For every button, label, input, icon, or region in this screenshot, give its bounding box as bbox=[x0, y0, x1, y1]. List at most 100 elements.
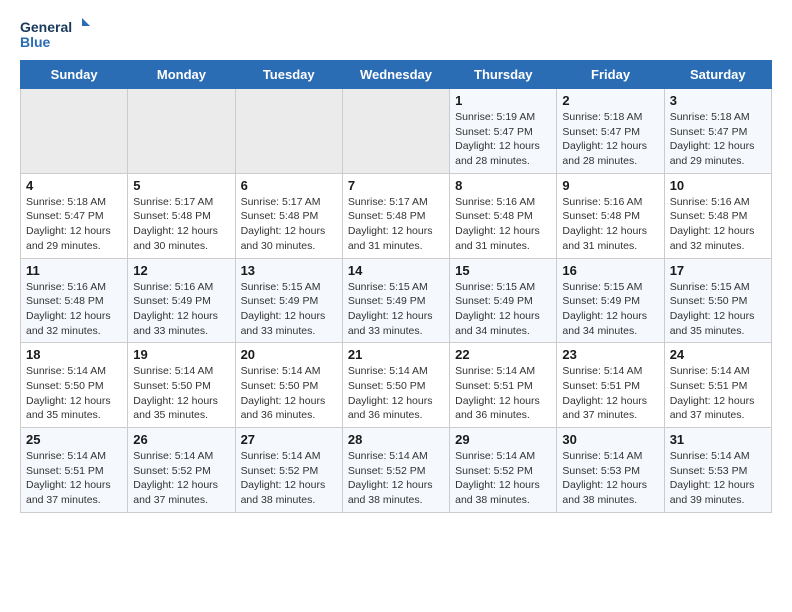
weekday-header: Monday bbox=[128, 61, 235, 89]
calendar-cell bbox=[235, 89, 342, 174]
weekday-header: Wednesday bbox=[342, 61, 449, 89]
calendar-cell: 7 Sunrise: 5:17 AM Sunset: 5:48 PM Daylig… bbox=[342, 173, 449, 258]
day-info: Sunrise: 5:15 AM Sunset: 5:49 PM Dayligh… bbox=[562, 280, 658, 339]
page-header: GeneralBlue bbox=[20, 16, 772, 52]
day-number: 8 bbox=[455, 178, 551, 193]
calendar-cell: 17 Sunrise: 5:15 AM Sunset: 5:50 PM Dayli… bbox=[664, 258, 771, 343]
day-number: 12 bbox=[133, 263, 229, 278]
day-number: 7 bbox=[348, 178, 444, 193]
day-info: Sunrise: 5:14 AM Sunset: 5:50 PM Dayligh… bbox=[241, 364, 337, 423]
logo: GeneralBlue bbox=[20, 16, 100, 52]
day-info: Sunrise: 5:18 AM Sunset: 5:47 PM Dayligh… bbox=[26, 195, 122, 254]
weekday-header: Friday bbox=[557, 61, 664, 89]
day-info: Sunrise: 5:16 AM Sunset: 5:48 PM Dayligh… bbox=[670, 195, 766, 254]
day-info: Sunrise: 5:14 AM Sunset: 5:51 PM Dayligh… bbox=[26, 449, 122, 508]
day-number: 11 bbox=[26, 263, 122, 278]
day-info: Sunrise: 5:14 AM Sunset: 5:50 PM Dayligh… bbox=[133, 364, 229, 423]
logo-svg: GeneralBlue bbox=[20, 16, 100, 52]
calendar-cell: 8 Sunrise: 5:16 AM Sunset: 5:48 PM Daylig… bbox=[450, 173, 557, 258]
calendar-cell: 11 Sunrise: 5:16 AM Sunset: 5:48 PM Dayli… bbox=[21, 258, 128, 343]
day-number: 27 bbox=[241, 432, 337, 447]
day-info: Sunrise: 5:16 AM Sunset: 5:49 PM Dayligh… bbox=[133, 280, 229, 339]
calendar-cell: 1 Sunrise: 5:19 AM Sunset: 5:47 PM Daylig… bbox=[450, 89, 557, 174]
day-number: 17 bbox=[670, 263, 766, 278]
calendar-cell: 16 Sunrise: 5:15 AM Sunset: 5:49 PM Dayli… bbox=[557, 258, 664, 343]
day-number: 22 bbox=[455, 347, 551, 362]
day-info: Sunrise: 5:14 AM Sunset: 5:52 PM Dayligh… bbox=[348, 449, 444, 508]
day-number: 24 bbox=[670, 347, 766, 362]
day-info: Sunrise: 5:14 AM Sunset: 5:52 PM Dayligh… bbox=[455, 449, 551, 508]
calendar-cell: 22Sunrise: 5:14 AM Sunset: 5:51 PM Dayli… bbox=[450, 343, 557, 428]
calendar-cell bbox=[342, 89, 449, 174]
day-number: 31 bbox=[670, 432, 766, 447]
calendar-cell bbox=[21, 89, 128, 174]
day-info: Sunrise: 5:16 AM Sunset: 5:48 PM Dayligh… bbox=[455, 195, 551, 254]
day-number: 16 bbox=[562, 263, 658, 278]
calendar-cell: 25 Sunrise: 5:14 AM Sunset: 5:51 PM Dayli… bbox=[21, 428, 128, 513]
calendar-week-row: 18 Sunrise: 5:14 AM Sunset: 5:50 PM Dayli… bbox=[21, 343, 772, 428]
day-info: Sunrise: 5:14 AM Sunset: 5:53 PM Dayligh… bbox=[562, 449, 658, 508]
day-info: Sunrise: 5:17 AM Sunset: 5:48 PM Dayligh… bbox=[348, 195, 444, 254]
calendar-week-row: 1 Sunrise: 5:19 AM Sunset: 5:47 PM Daylig… bbox=[21, 89, 772, 174]
calendar-cell: 15 Sunrise: 5:15 AM Sunset: 5:49 PM Dayli… bbox=[450, 258, 557, 343]
day-number: 23 bbox=[562, 347, 658, 362]
weekday-header-row: SundayMondayTuesdayWednesdayThursdayFrid… bbox=[21, 61, 772, 89]
day-info: Sunrise: 5:18 AM Sunset: 5:47 PM Dayligh… bbox=[670, 110, 766, 169]
calendar-cell: 31 Sunrise: 5:14 AM Sunset: 5:53 PM Dayli… bbox=[664, 428, 771, 513]
svg-text:General: General bbox=[20, 19, 72, 35]
day-info: Sunrise: 5:15 AM Sunset: 5:50 PM Dayligh… bbox=[670, 280, 766, 339]
calendar-cell: 18 Sunrise: 5:14 AM Sunset: 5:50 PM Dayli… bbox=[21, 343, 128, 428]
weekday-header: Sunday bbox=[21, 61, 128, 89]
day-info: Sunrise: 5:17 AM Sunset: 5:48 PM Dayligh… bbox=[241, 195, 337, 254]
calendar-cell: 30 Sunrise: 5:14 AM Sunset: 5:53 PM Dayli… bbox=[557, 428, 664, 513]
calendar-cell: 29 Sunrise: 5:14 AM Sunset: 5:52 PM Dayli… bbox=[450, 428, 557, 513]
calendar-cell: 6Sunrise: 5:17 AM Sunset: 5:48 PM Daylig… bbox=[235, 173, 342, 258]
calendar-cell: 2 Sunrise: 5:18 AM Sunset: 5:47 PM Daylig… bbox=[557, 89, 664, 174]
calendar-cell: 19 Sunrise: 5:14 AM Sunset: 5:50 PM Dayli… bbox=[128, 343, 235, 428]
calendar-cell: 26 Sunrise: 5:14 AM Sunset: 5:52 PM Dayli… bbox=[128, 428, 235, 513]
day-info: Sunrise: 5:14 AM Sunset: 5:51 PM Dayligh… bbox=[562, 364, 658, 423]
day-info: Sunrise: 5:16 AM Sunset: 5:48 PM Dayligh… bbox=[26, 280, 122, 339]
day-info: Sunrise: 5:14 AM Sunset: 5:51 PM Dayligh… bbox=[670, 364, 766, 423]
day-info: Sunrise: 5:18 AM Sunset: 5:47 PM Dayligh… bbox=[562, 110, 658, 169]
day-number: 9 bbox=[562, 178, 658, 193]
day-number: 30 bbox=[562, 432, 658, 447]
day-number: 15 bbox=[455, 263, 551, 278]
day-number: 26 bbox=[133, 432, 229, 447]
calendar-cell bbox=[128, 89, 235, 174]
calendar-week-row: 4Sunrise: 5:18 AM Sunset: 5:47 PM Daylig… bbox=[21, 173, 772, 258]
day-number: 25 bbox=[26, 432, 122, 447]
day-info: Sunrise: 5:16 AM Sunset: 5:48 PM Dayligh… bbox=[562, 195, 658, 254]
weekday-header: Tuesday bbox=[235, 61, 342, 89]
day-number: 18 bbox=[26, 347, 122, 362]
calendar-cell: 14Sunrise: 5:15 AM Sunset: 5:49 PM Dayli… bbox=[342, 258, 449, 343]
day-number: 1 bbox=[455, 93, 551, 108]
day-number: 3 bbox=[670, 93, 766, 108]
calendar-cell: 3 Sunrise: 5:18 AM Sunset: 5:47 PM Daylig… bbox=[664, 89, 771, 174]
calendar-cell: 4Sunrise: 5:18 AM Sunset: 5:47 PM Daylig… bbox=[21, 173, 128, 258]
day-info: Sunrise: 5:14 AM Sunset: 5:52 PM Dayligh… bbox=[133, 449, 229, 508]
weekday-header: Saturday bbox=[664, 61, 771, 89]
day-info: Sunrise: 5:14 AM Sunset: 5:53 PM Dayligh… bbox=[670, 449, 766, 508]
day-number: 2 bbox=[562, 93, 658, 108]
day-number: 5 bbox=[133, 178, 229, 193]
calendar-cell: 5Sunrise: 5:17 AM Sunset: 5:48 PM Daylig… bbox=[128, 173, 235, 258]
day-info: Sunrise: 5:14 AM Sunset: 5:50 PM Dayligh… bbox=[348, 364, 444, 423]
day-info: Sunrise: 5:15 AM Sunset: 5:49 PM Dayligh… bbox=[455, 280, 551, 339]
calendar-cell: 12 Sunrise: 5:16 AM Sunset: 5:49 PM Dayli… bbox=[128, 258, 235, 343]
day-info: Sunrise: 5:14 AM Sunset: 5:52 PM Dayligh… bbox=[241, 449, 337, 508]
calendar-cell: 20Sunrise: 5:14 AM Sunset: 5:50 PM Dayli… bbox=[235, 343, 342, 428]
calendar-cell: 24 Sunrise: 5:14 AM Sunset: 5:51 PM Dayli… bbox=[664, 343, 771, 428]
calendar-week-row: 11 Sunrise: 5:16 AM Sunset: 5:48 PM Dayli… bbox=[21, 258, 772, 343]
day-number: 29 bbox=[455, 432, 551, 447]
calendar-cell: 21Sunrise: 5:14 AM Sunset: 5:50 PM Dayli… bbox=[342, 343, 449, 428]
calendar-week-row: 25 Sunrise: 5:14 AM Sunset: 5:51 PM Dayli… bbox=[21, 428, 772, 513]
day-info: Sunrise: 5:19 AM Sunset: 5:47 PM Dayligh… bbox=[455, 110, 551, 169]
day-number: 14 bbox=[348, 263, 444, 278]
calendar-cell: 9 Sunrise: 5:16 AM Sunset: 5:48 PM Daylig… bbox=[557, 173, 664, 258]
svg-text:Blue: Blue bbox=[20, 34, 51, 50]
calendar-cell: 13Sunrise: 5:15 AM Sunset: 5:49 PM Dayli… bbox=[235, 258, 342, 343]
day-info: Sunrise: 5:14 AM Sunset: 5:50 PM Dayligh… bbox=[26, 364, 122, 423]
calendar-table: SundayMondayTuesdayWednesdayThursdayFrid… bbox=[20, 60, 772, 513]
day-number: 19 bbox=[133, 347, 229, 362]
